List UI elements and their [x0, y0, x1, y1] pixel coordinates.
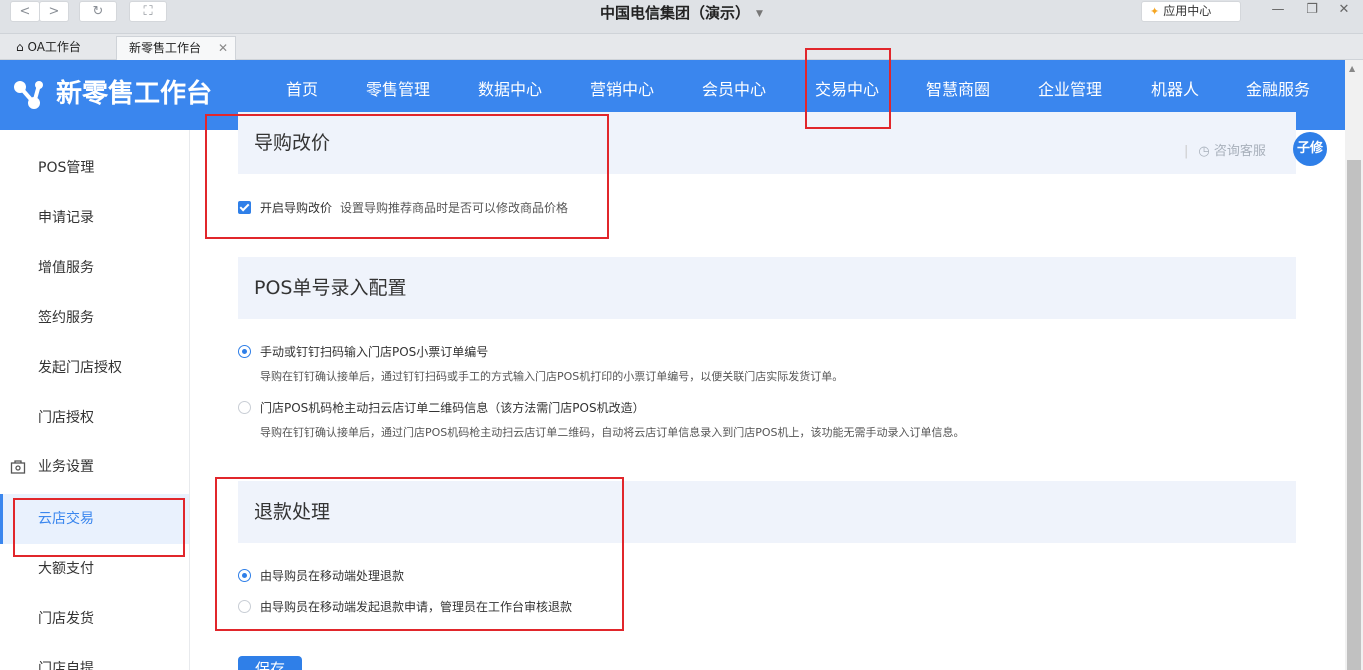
pos-option-scanner[interactable]: 门店POS机码枪主动扫云店订单二维码信息（该方法需门店POS机改造）	[238, 399, 645, 416]
sidebar-item-store-delivery[interactable]: 门店发货	[0, 594, 189, 644]
tab-close-icon[interactable]: ✕	[218, 37, 228, 59]
sidebar-item-contract-services[interactable]: 签约服务	[0, 293, 189, 343]
sidebar-item-initiate-store-auth[interactable]: 发起门店授权	[0, 343, 189, 393]
sidebar-group-business-settings[interactable]: 业务设置	[0, 442, 189, 492]
tab-label: 新零售工作台	[129, 41, 202, 55]
divider: |	[1184, 144, 1189, 159]
refund-option-review-label: 由导购员在移动端发起退款申请，管理员在工作台审核退款	[260, 600, 573, 614]
section-title-pos-config: POS单号录入配置	[238, 257, 1296, 319]
section-title-refund: 退款处理	[238, 481, 1296, 543]
back-icon: <	[19, 4, 31, 19]
pos-option-manual-radio[interactable]	[238, 345, 251, 358]
logo-icon	[14, 81, 43, 109]
restore-icon[interactable]: ❐	[1304, 2, 1320, 17]
fullscreen-button[interactable]: ⛶	[129, 1, 167, 22]
customer-service-label: 咨询客服	[1213, 144, 1266, 159]
pos-option-manual-label: 手动或钉钉扫码输入门店POS小票订单编号	[260, 345, 489, 359]
service-clock-icon: ◷	[1198, 144, 1214, 159]
main-content: 导购改价 | ◷ 咨询客服 子修 开启导购改价 设置导购推荐商品时是否可以修改商品…	[190, 112, 1345, 670]
sidebar-item-store-pickup[interactable]: 门店自提	[0, 644, 189, 670]
section-title-guide-price: 导购改价	[238, 112, 1296, 174]
pos-option-scanner-label: 门店POS机码枪主动扫云店订单二维码信息（该方法需门店POS机改造）	[260, 401, 645, 415]
sidebar-item-large-payment[interactable]: 大额支付	[0, 544, 189, 594]
refund-option-review[interactable]: 由导购员在移动端发起退款申请，管理员在工作台审核退款	[238, 598, 572, 615]
tab-label: OA工作台	[27, 40, 81, 54]
chevron-down-icon[interactable]: ▼	[756, 9, 763, 19]
refund-option-review-radio[interactable]	[238, 600, 251, 613]
forward-icon: >	[48, 4, 60, 19]
app-center-label: 应用中心	[1163, 4, 1212, 18]
sidebar: POS管理 申请记录 增值服务 签约服务 发起门店授权 门店授权 业务设置 云店…	[0, 130, 190, 670]
pos-option-manual[interactable]: 手动或钉钉扫码输入门店POS小票订单编号	[238, 343, 488, 360]
guide-price-checkbox[interactable]	[238, 201, 251, 214]
refresh-icon: ↻	[92, 4, 104, 19]
app-center-button[interactable]: ✦ 应用中心	[1141, 1, 1241, 22]
tab-oa-workbench[interactable]: ⌂ OA工作台	[6, 36, 116, 60]
tab-bar: ⌂ OA工作台 新零售工作台 ✕	[0, 34, 1363, 60]
pos-option-manual-desc: 导购在钉钉确认接单后，通过钉钉扫码或手工的方式输入门店POS机打印的小票订单编号…	[260, 370, 844, 383]
fullscreen-icon: ⛶	[143, 4, 153, 19]
window-titlebar: < > ↻ ⛶ 中国电信集团（演示） ▼ ✦ 应用中心 — ❐ ✕	[0, 0, 1363, 34]
refund-option-mobile[interactable]: 由导购员在移动端处理退款	[238, 567, 404, 584]
sidebar-item-store-auth[interactable]: 门店授权	[0, 393, 189, 443]
app-logo[interactable]: 新零售工作台	[12, 74, 212, 114]
pos-option-scanner-radio[interactable]	[238, 401, 251, 414]
scroll-up-icon[interactable]: ▲	[1349, 64, 1355, 73]
save-button[interactable]: 保存	[238, 656, 302, 670]
window-title-text: 中国电信集团（演示）	[600, 4, 751, 22]
guide-price-checkbox-row[interactable]: 开启导购改价 设置导购推荐商品时是否可以修改商品价格	[238, 199, 568, 216]
minimize-icon[interactable]: —	[1270, 2, 1286, 17]
guide-price-hint: 设置导购推荐商品时是否可以修改商品价格	[340, 201, 569, 215]
refund-option-mobile-label: 由导购员在移动端处理退款	[260, 569, 405, 583]
settings-group-icon	[10, 460, 26, 474]
customer-service-link[interactable]: | ◷ 咨询客服	[1184, 140, 1266, 159]
refund-option-mobile-radio[interactable]	[238, 569, 251, 582]
logo-text: 新零售工作台	[56, 79, 213, 109]
sidebar-item-pos-management[interactable]: POS管理	[0, 143, 189, 193]
sidebar-group-label: 业务设置	[38, 459, 94, 475]
forward-button[interactable]: >	[39, 1, 69, 22]
app-center-icon: ✦	[1150, 5, 1160, 18]
sidebar-item-cloud-store-trade[interactable]: 云店交易	[0, 494, 189, 544]
avatar[interactable]: 子修	[1293, 132, 1327, 166]
tab-retail-workbench[interactable]: 新零售工作台 ✕	[116, 36, 236, 60]
guide-price-checkbox-label: 开启导购改价	[260, 201, 333, 215]
page-scrollbar[interactable]: ▲	[1345, 60, 1363, 670]
sidebar-item-application-records[interactable]: 申请记录	[0, 193, 189, 243]
home-icon: ⌂	[16, 40, 24, 54]
back-button[interactable]: <	[10, 1, 40, 22]
close-icon[interactable]: ✕	[1336, 2, 1352, 17]
pos-option-scanner-desc: 导购在钉钉确认接单后，通过门店POS机码枪主动扫云店订单二维码，自动将云店订单信…	[260, 426, 965, 439]
scroll-thumb[interactable]	[1347, 160, 1361, 670]
sidebar-item-value-added-services[interactable]: 增值服务	[0, 243, 189, 293]
refresh-button[interactable]: ↻	[79, 1, 117, 22]
